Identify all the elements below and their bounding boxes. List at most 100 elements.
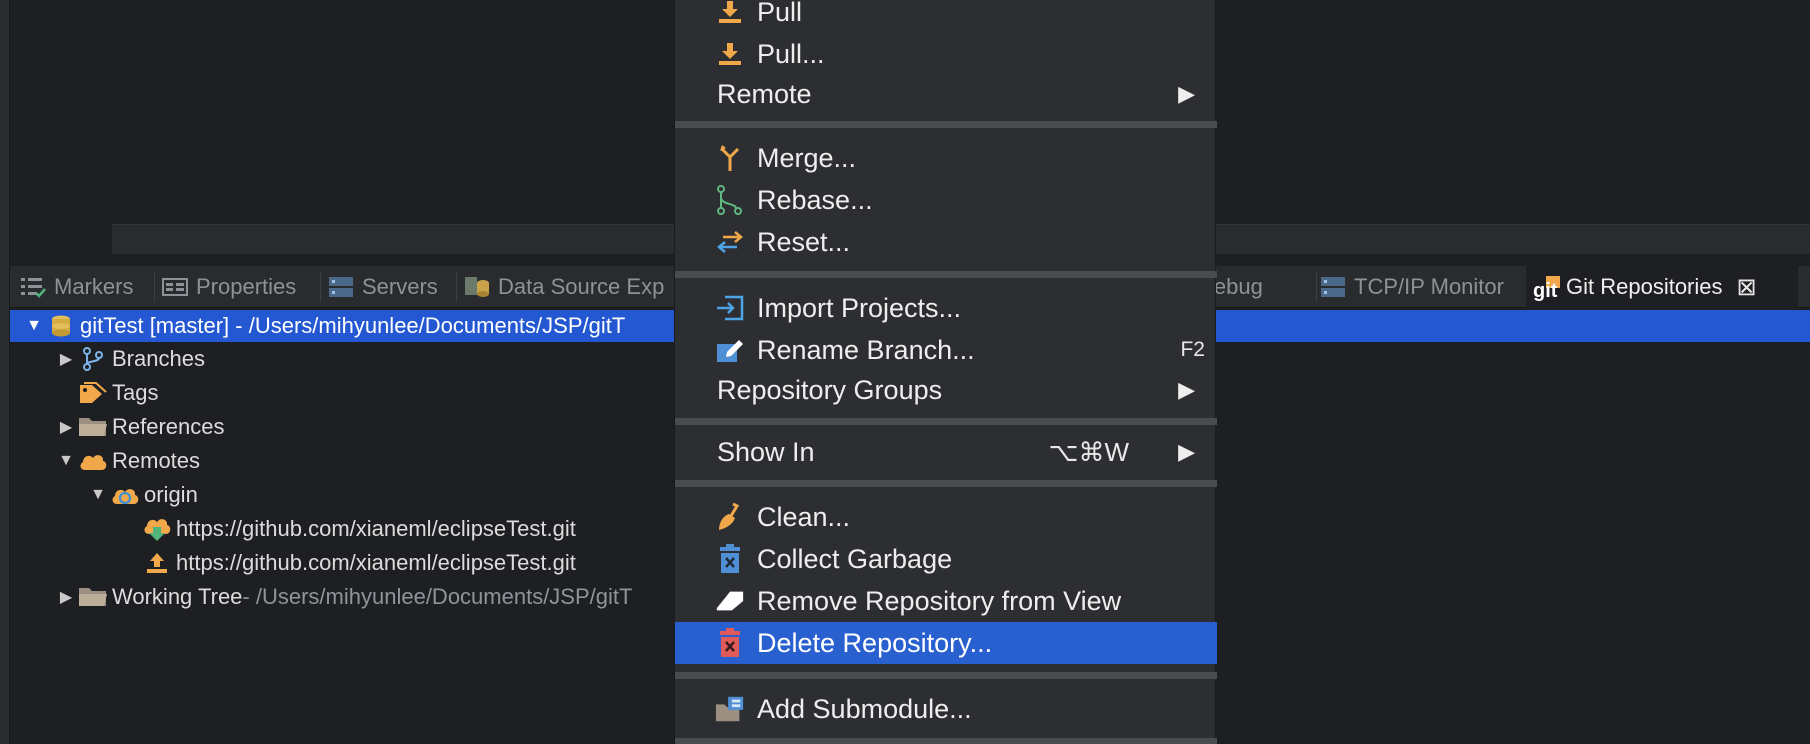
tab-properties[interactable]: Properties: [162, 266, 296, 308]
tree-row-label: Working Tree: [112, 584, 243, 609]
tab-separator: [320, 272, 321, 302]
push-icon: [142, 551, 172, 575]
cloud-icon: [78, 449, 108, 473]
submodule-icon: [715, 693, 745, 725]
menu-item-shortcut: ⌥⌘W: [1048, 436, 1129, 467]
menu-item-label: Pull: [757, 0, 803, 27]
reset-icon: [715, 226, 745, 258]
tab-servers[interactable]: Servers: [328, 266, 438, 308]
menu-item-label: Repository Groups: [717, 374, 943, 405]
menu-item-label: Remove Repository from View: [757, 585, 1122, 616]
tab-separator: [154, 272, 155, 302]
markers-icon: [20, 275, 46, 299]
submenu-arrow-icon: ▶: [1178, 439, 1195, 464]
merge-icon: [715, 142, 745, 174]
menu-item-label: Add Submodule...: [757, 693, 972, 724]
tab-markers[interactable]: Markers: [20, 266, 133, 308]
tab-data-source-explorer[interactable]: Data Source Exp: [464, 266, 664, 308]
expand-down-icon[interactable]: ▼: [24, 317, 44, 335]
menu-separator: [675, 121, 1217, 128]
tab-label: Data Source Exp: [498, 274, 665, 299]
expand-right-icon[interactable]: ▶: [56, 587, 76, 607]
menu-item-label: Import Projects...: [757, 292, 962, 323]
properties-icon: [162, 275, 188, 299]
rename-icon: [715, 334, 745, 366]
tab-label: Servers: [362, 274, 438, 299]
repository-icon: [46, 314, 76, 338]
menu-separator: [675, 480, 1217, 487]
tcpip-monitor-icon: [1320, 275, 1346, 299]
context-menu: Pull Pull... Remote ▶ Merge... Rebase...…: [674, 0, 1217, 744]
submenu-arrow-icon: ▶: [1178, 81, 1195, 106]
tab-separator: [456, 272, 457, 302]
rebase-icon: [715, 184, 745, 216]
menu-item-remote[interactable]: Remote ▶: [675, 73, 1217, 115]
expand-down-icon[interactable]: ▼: [56, 452, 76, 470]
menu-item-reset[interactable]: Reset...: [675, 221, 1217, 263]
tab-git-repositories[interactable]: git Git Repositories ⊠: [1526, 266, 1798, 308]
menu-item-merge[interactable]: Merge...: [675, 137, 1217, 179]
branches-icon: [78, 347, 108, 371]
menu-item-label: Remote: [717, 78, 812, 109]
menu-item-rename-branch[interactable]: Rename Branch... F2: [675, 329, 1217, 371]
trash-icon: [715, 543, 745, 575]
menu-item-label: Rename Branch...: [757, 334, 975, 365]
menu-item-pull[interactable]: Pull: [675, 0, 1217, 33]
menu-item-label: Delete Repository...: [757, 627, 993, 658]
tree-row-label: https://github.com/xianeml/eclipseTest.g…: [176, 550, 576, 575]
expand-right-icon[interactable]: ▶: [56, 417, 76, 437]
menu-separator: [675, 738, 1217, 744]
tab-label: Markers: [54, 274, 134, 299]
menu-item-label: Show In: [717, 436, 815, 467]
menu-item-add-submodule[interactable]: Add Submodule...: [675, 688, 1217, 730]
tree-row-label: https://github.com/xianeml/eclipseTest.g…: [176, 516, 576, 541]
tags-icon: [78, 381, 108, 405]
tree-row-label: References: [112, 414, 225, 439]
broom-icon: [715, 501, 745, 533]
import-icon: [715, 292, 745, 324]
folder-icon: [78, 415, 108, 439]
tree-row-label: Branches: [112, 346, 205, 371]
submenu-arrow-icon: ▶: [1178, 377, 1195, 402]
tree-row-label: origin: [144, 482, 198, 507]
tab-label: Git Repositories: [1566, 274, 1723, 299]
git-icon: git: [1532, 275, 1560, 302]
tab-tcpip-monitor[interactable]: TCP/IP Monitor: [1320, 266, 1504, 308]
menu-item-clean[interactable]: Clean...: [675, 496, 1217, 538]
data-source-icon: [464, 275, 490, 299]
menu-item-label: Pull...: [757, 38, 825, 69]
expand-right-icon[interactable]: ▶: [56, 349, 76, 369]
folder-icon: [78, 585, 108, 609]
pull-icon: [715, 0, 745, 28]
menu-item-label: Rebase...: [757, 184, 873, 215]
close-icon[interactable]: ⊠: [1737, 273, 1757, 302]
menu-item-label: Collect Garbage: [757, 543, 953, 574]
remote-origin-icon: [110, 483, 140, 507]
menu-item-label: Clean...: [757, 501, 851, 532]
expand-down-icon[interactable]: ▼: [88, 486, 108, 504]
tab-label: TCP/IP Monitor: [1354, 274, 1504, 299]
svg-text:git: git: [1533, 280, 1558, 301]
menu-item-collect-garbage[interactable]: Collect Garbage: [675, 538, 1217, 580]
menu-separator: [675, 672, 1217, 679]
menu-item-label: Reset...: [757, 226, 851, 257]
tab-label: Properties: [196, 274, 297, 299]
tree-row-path: - /Users/mihyunlee/Documents/JSP/gitT: [242, 584, 633, 609]
menu-separator: [675, 418, 1217, 425]
menu-item-import-projects[interactable]: Import Projects...: [675, 287, 1217, 329]
eraser-icon: [715, 585, 745, 617]
menu-item-rebase[interactable]: Rebase...: [675, 179, 1217, 221]
menu-item-pull-dialog[interactable]: Pull...: [675, 33, 1217, 75]
fetch-icon: [142, 517, 172, 541]
menu-separator: [675, 271, 1217, 278]
left-window-edge: [0, 0, 10, 744]
menu-item-show-in[interactable]: Show In ⌥⌘W ▶: [675, 431, 1217, 473]
menu-item-shortcut: F2: [1180, 338, 1205, 361]
menu-item-remove-repository[interactable]: Remove Repository from View: [675, 580, 1217, 622]
tab-separator: [1316, 272, 1317, 302]
tree-row-label: Tags: [112, 380, 159, 405]
tree-row-label: gitTest [master] - /Users/mihyunlee/Docu…: [80, 313, 626, 338]
menu-item-repository-groups[interactable]: Repository Groups ▶: [675, 369, 1217, 411]
tree-row-label: Remotes: [112, 448, 201, 473]
menu-item-delete-repository[interactable]: Delete Repository...: [675, 622, 1217, 664]
